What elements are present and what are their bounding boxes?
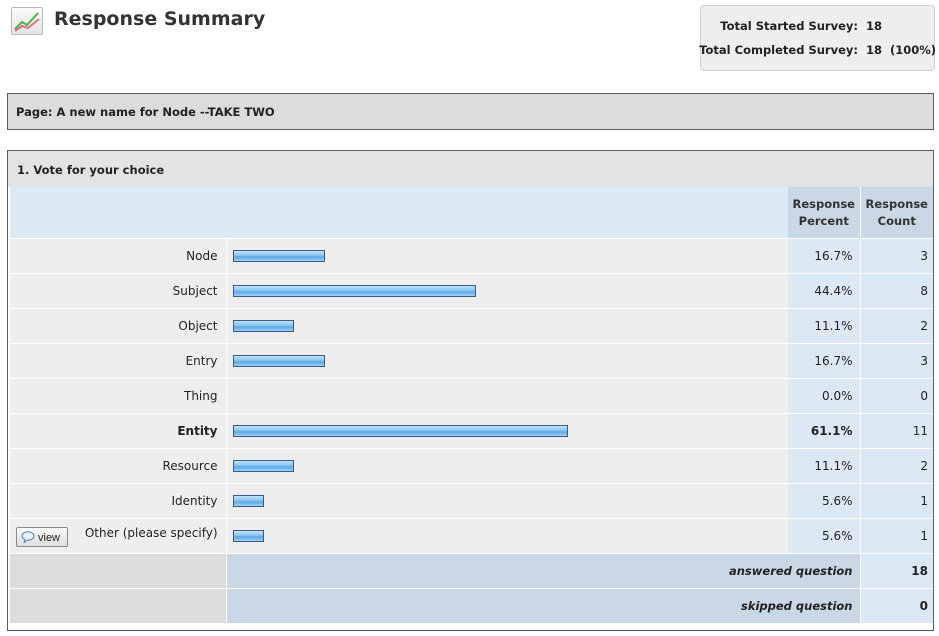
response-bar (232, 355, 325, 367)
answered-value: 18 (860, 553, 933, 589)
answer-cell: Subject (10, 273, 227, 309)
totals-summary: Total Started Survey: 18 Total Completed … (699, 5, 937, 71)
response-count: 2 (860, 308, 933, 344)
bar-cell (226, 518, 788, 554)
answered-label: answered question (226, 553, 861, 589)
response-percent: 0.0% (788, 378, 861, 414)
response-table-header: Response Percent Response Count (10, 187, 933, 239)
response-count: 0 (860, 378, 933, 414)
response-count: 1 (860, 483, 933, 519)
response-percent: 16.7% (788, 238, 861, 274)
total-started-value: 18 (866, 19, 883, 33)
answer-cell: Object (10, 308, 227, 344)
speech-bubble-icon (21, 530, 35, 544)
bar-cell (226, 343, 788, 379)
answer-label: Entity (177, 424, 218, 438)
response-percent: 61.1% (788, 413, 861, 449)
answer-label: Object (178, 319, 218, 333)
bar-cell (226, 273, 788, 309)
answered-row: answered question 18 (10, 553, 933, 589)
table-row: Identity 5.6% 1 (10, 483, 933, 519)
table-row: Subject 44.4% 8 (10, 273, 933, 309)
bar-cell (226, 413, 788, 449)
question-title: 1. Vote for your choice (17, 163, 165, 177)
answer-cell: Entry (10, 343, 227, 379)
skipped-row: skipped question 0 (10, 588, 933, 624)
response-count: 1 (860, 518, 933, 554)
total-started-label: Total Started Survey: (720, 19, 858, 33)
response-count: 8 (860, 273, 933, 309)
response-percent: 44.4% (788, 273, 861, 309)
total-completed-value: 18 (100%) (866, 43, 937, 57)
answer-label: Other (please specify) (84, 525, 218, 540)
table-row: Node 16.7% 3 (10, 238, 933, 274)
answer-cell: Identity (10, 483, 227, 519)
answer-cell: view Other (please specify) (10, 518, 227, 554)
answer-cell: Node (10, 238, 227, 274)
bar-cell (226, 378, 788, 414)
response-bar (232, 460, 294, 472)
answer-cell: Thing (10, 378, 227, 414)
table-row: Entity 61.1% 11 (10, 413, 933, 449)
page-label: Page: A new name for Node --TAKE TWO (16, 105, 275, 119)
answer-label: Node (186, 249, 218, 263)
response-count: 3 (860, 238, 933, 274)
response-percent: 5.6% (788, 518, 861, 554)
skipped-label: skipped question (226, 588, 861, 624)
response-percent: 5.6% (788, 483, 861, 519)
response-percent: 11.1% (788, 448, 861, 484)
answer-label: Resource (162, 459, 218, 473)
skipped-value: 0 (860, 588, 933, 624)
table-row: Object 11.1% 2 (10, 308, 933, 344)
response-bar (232, 320, 294, 332)
total-completed: Total Completed Survey: 18 (100%) (699, 43, 937, 57)
chart-line-icon (11, 7, 43, 35)
response-bar (232, 495, 264, 507)
response-count: 2 (860, 448, 933, 484)
question-panel: 1. Vote for your choice Response Percent … (7, 150, 934, 631)
total-completed-label: Total Completed Survey: (699, 43, 858, 57)
bar-cell (226, 308, 788, 344)
table-row: Entry 16.7% 3 (10, 343, 933, 379)
bar-cell (226, 448, 788, 484)
response-bar (232, 250, 325, 262)
question-title-bar: 1. Vote for your choice (8, 151, 933, 187)
response-percent: 11.1% (788, 308, 861, 344)
response-count: 11 (860, 413, 933, 449)
table-row: Resource 11.1% 2 (10, 448, 933, 484)
response-table: Response Percent Response Count Node 16.7% 3… (10, 187, 933, 624)
response-bar (232, 425, 568, 437)
page-header: Page: A new name for Node --TAKE TWO (7, 93, 934, 130)
answer-cell: Entity (10, 413, 227, 449)
total-started: Total Started Survey: 18 (720, 19, 922, 33)
response-bar (232, 530, 264, 542)
response-count-header: Response Count (860, 187, 933, 239)
response-count: 3 (860, 343, 933, 379)
response-bar (232, 285, 476, 297)
answer-cell: Resource (10, 448, 227, 484)
page-title: Response Summary (54, 8, 266, 30)
response-percent: 16.7% (788, 343, 861, 379)
response-percent-header: Response Percent (788, 187, 861, 239)
answer-label: Thing (184, 389, 218, 403)
table-row: Thing 0.0% 0 (10, 378, 933, 414)
answer-label: Entry (185, 354, 218, 368)
view-button[interactable]: view (16, 526, 68, 547)
answer-header (10, 187, 788, 239)
bar-cell (226, 483, 788, 519)
view-button-label: view (38, 531, 61, 544)
bar-cell (226, 238, 788, 274)
table-row: view Other (please specify) 5.6% 1 (10, 518, 933, 554)
answer-label: Subject (172, 284, 218, 298)
answer-label: Identity (171, 494, 218, 508)
